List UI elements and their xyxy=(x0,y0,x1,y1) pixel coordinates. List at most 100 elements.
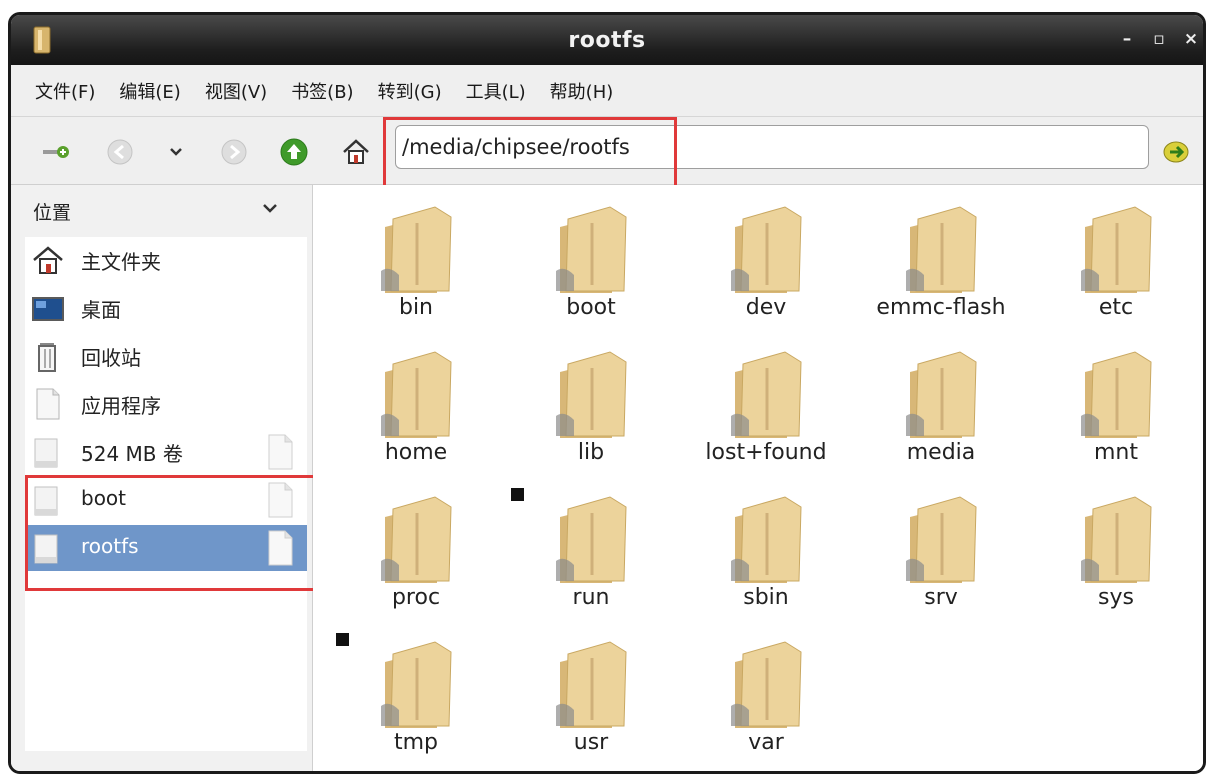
folder-view: bin boot dev emmc-flash etc home lib lost+found… xyxy=(313,185,1203,771)
folder-item[interactable]: dev xyxy=(681,195,851,325)
folder-item[interactable]: run xyxy=(506,485,676,615)
eject-icon[interactable] xyxy=(265,481,295,519)
home-icon xyxy=(343,139,369,164)
minimize-button[interactable]: – xyxy=(1116,28,1138,50)
folder-item[interactable]: bin xyxy=(331,195,501,325)
folder-name: srv xyxy=(924,585,958,610)
new-tab-button[interactable] xyxy=(41,137,71,167)
drive-icon xyxy=(34,534,58,564)
place-applications[interactable]: 应用程序 xyxy=(25,381,307,427)
folder-icon xyxy=(1081,206,1152,293)
folder-name: media xyxy=(906,440,976,465)
folder-item[interactable]: lib xyxy=(506,340,676,470)
folder-icon xyxy=(381,351,452,438)
up-button[interactable] xyxy=(279,137,309,167)
places-header[interactable]: 位置 xyxy=(11,185,313,237)
location-input[interactable] xyxy=(402,130,1122,164)
forward-button[interactable] xyxy=(219,137,249,167)
menu-go[interactable]: 转到(G) xyxy=(378,78,442,104)
folder-item[interactable]: media xyxy=(856,340,1026,470)
place-rootfs[interactable]: rootfs xyxy=(25,525,307,571)
place-home[interactable]: 主文件夹 xyxy=(25,237,307,283)
title-bar[interactable]: rootfs – ▫ × xyxy=(11,15,1203,65)
folder-name: sys xyxy=(1098,585,1134,610)
places-label: 位置 xyxy=(33,201,72,224)
folder-icon xyxy=(1081,496,1152,583)
folder-item[interactable]: sys xyxy=(1031,485,1201,615)
menu-file[interactable]: 文件(F) xyxy=(35,78,95,104)
folder-item[interactable]: var xyxy=(681,630,851,760)
folder-icon xyxy=(1081,351,1152,438)
window-title: rootfs xyxy=(568,27,646,53)
place-label: 应用程序 xyxy=(81,394,161,418)
place-label: rootfs xyxy=(81,534,139,558)
place-label: 回收站 xyxy=(81,346,141,370)
folder-item[interactable]: etc xyxy=(1031,195,1201,325)
location-bar[interactable] xyxy=(395,125,1149,169)
folder-item[interactable]: home xyxy=(331,340,501,470)
folder-name: proc xyxy=(391,585,441,610)
menu-bookmarks[interactable]: 书签(B) xyxy=(291,78,353,104)
folder-name: home xyxy=(384,440,448,465)
menu-edit[interactable]: 编辑(E) xyxy=(119,78,180,104)
home-icon xyxy=(33,246,63,274)
folder-name: lost+found xyxy=(705,440,827,465)
folder-item[interactable]: srv xyxy=(856,485,1026,615)
place-label: 524 MB 卷 xyxy=(81,442,183,466)
place-boot[interactable]: boot xyxy=(25,477,307,523)
folder-item[interactable]: lost+found xyxy=(681,340,851,470)
go-button[interactable] xyxy=(1161,137,1191,167)
menu-view[interactable]: 视图(V) xyxy=(205,78,267,104)
place-label: 桌面 xyxy=(81,298,121,322)
folder-item[interactable]: emmc-flash xyxy=(856,195,1026,325)
home-button[interactable] xyxy=(341,137,371,167)
eject-icon[interactable] xyxy=(265,433,295,471)
folder-icon xyxy=(381,641,452,728)
folder-icon xyxy=(556,641,627,728)
folder-name: lib xyxy=(577,440,605,465)
folder-name: run xyxy=(572,585,610,610)
back-button[interactable] xyxy=(105,137,135,167)
folder-icon xyxy=(731,496,802,583)
up-arrow-icon xyxy=(280,138,308,166)
folder-name: tmp xyxy=(393,730,439,755)
folder-icon xyxy=(556,496,627,583)
folder-icon xyxy=(906,496,977,583)
folder-item[interactable]: usr xyxy=(506,630,676,760)
menu-tools[interactable]: 工具(L) xyxy=(466,78,526,104)
drive-icon xyxy=(34,438,58,468)
chevron-down-icon xyxy=(263,204,277,213)
app-icon xyxy=(33,26,51,54)
desktop-icon xyxy=(32,297,64,321)
go-arrow-icon xyxy=(1163,141,1189,163)
places-list: 主文件夹 桌面 回收站 应用程序 524 MB 卷 boot rootfs xyxy=(25,237,307,751)
folder-icon xyxy=(731,641,802,728)
eject-icon[interactable] xyxy=(265,529,295,567)
maximize-button[interactable]: ▫ xyxy=(1148,28,1170,50)
applications-icon xyxy=(36,388,60,420)
folder-icon xyxy=(556,351,627,438)
folder-name: bin xyxy=(398,295,434,320)
symlink-badge-icon xyxy=(510,487,525,502)
folder-item[interactable]: tmp xyxy=(331,630,501,760)
folder-item[interactable]: boot xyxy=(506,195,676,325)
folder-name: mnt xyxy=(1094,440,1138,465)
menu-help[interactable]: 帮助(H) xyxy=(550,78,614,104)
folder-icon xyxy=(731,206,802,293)
folder-name: sbin xyxy=(743,585,789,610)
history-dropdown-button[interactable] xyxy=(161,137,191,167)
toolbar xyxy=(11,117,1203,195)
menu-bar: 文件(F) 编辑(E) 视图(V) 书签(B) 转到(G) 工具(L) 帮助(H… xyxy=(11,65,1203,117)
folder-icon xyxy=(906,351,977,438)
place-volume-524mb[interactable]: 524 MB 卷 xyxy=(25,429,307,475)
place-trash[interactable]: 回收站 xyxy=(25,333,307,379)
place-desktop[interactable]: 桌面 xyxy=(25,285,307,331)
folder-item[interactable]: sbin xyxy=(681,485,851,615)
folder-item[interactable]: mnt xyxy=(1031,340,1201,470)
folder-name: emmc-flash xyxy=(876,295,1006,320)
arrow-add-icon xyxy=(43,146,69,158)
folder-icon xyxy=(381,206,452,293)
folder-item[interactable]: proc xyxy=(331,485,501,615)
close-button[interactable]: × xyxy=(1180,28,1202,50)
folder-name: boot xyxy=(566,295,616,320)
